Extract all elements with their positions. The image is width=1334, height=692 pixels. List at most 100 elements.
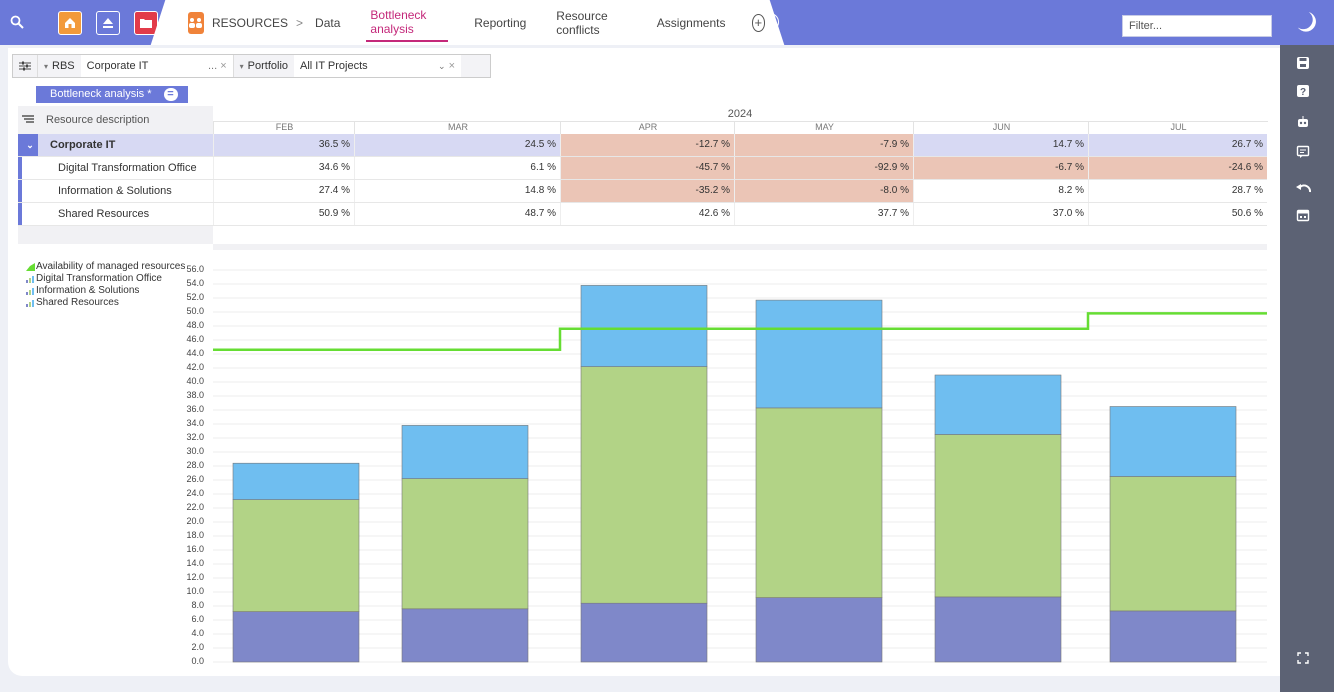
grid-description-header: Resource description <box>18 106 213 135</box>
table-cell[interactable]: 26.7 % <box>1088 134 1267 156</box>
y-tick-label: 44.0 <box>186 348 204 358</box>
upload-icon[interactable] <box>96 11 120 35</box>
y-tick-label: 8.0 <box>191 600 204 610</box>
bar-segment[interactable] <box>401 478 529 610</box>
bar-segment[interactable] <box>755 407 883 598</box>
table-cell[interactable]: -8.0 % <box>734 180 913 202</box>
y-tick-label: 0.0 <box>191 656 204 666</box>
table-cell[interactable]: 28.7 % <box>1088 180 1267 202</box>
legend-item-information[interactable]: Information & Solutions <box>26 285 185 297</box>
table-cell[interactable]: -92.9 % <box>734 157 913 179</box>
breadcrumb-root[interactable]: RESOURCES <box>212 16 288 30</box>
bar-series-icon <box>26 288 34 295</box>
table-row[interactable]: Shared Resources 50.9 % 48.7 % 42.6 % 37.7 %… <box>18 203 1267 226</box>
bar-segment[interactable] <box>580 285 708 367</box>
table-cell[interactable]: -12.7 % <box>560 134 734 156</box>
table-cell[interactable]: -7.9 % <box>734 134 913 156</box>
search-icon[interactable] <box>6 11 28 33</box>
bar-segment[interactable] <box>1109 476 1237 612</box>
table-cell[interactable]: 27.4 % <box>213 180 354 202</box>
bar-segment[interactable] <box>232 462 360 500</box>
table-row[interactable]: Information & Solutions 27.4 % 14.8 % -35.2… <box>18 180 1267 203</box>
row-description: Information & Solutions <box>18 180 213 202</box>
y-tick-label: 22.0 <box>186 502 204 512</box>
filter-input[interactable]: Filter... <box>1122 15 1272 37</box>
table-cell[interactable]: 37.7 % <box>734 203 913 225</box>
calendar-icon[interactable] <box>1293 205 1313 225</box>
bar-segment[interactable] <box>934 434 1062 598</box>
table-row[interactable]: ⌄ Corporate IT 36.5 % 24.5 % -12.7 % -7.9 % 14… <box>18 134 1267 157</box>
bar-segment[interactable] <box>580 366 708 604</box>
bar-segment[interactable] <box>934 374 1062 435</box>
rbs-field[interactable]: Corporate IT ... × <box>80 55 233 77</box>
bar-segment[interactable] <box>232 611 360 663</box>
month-header: APR <box>560 121 735 134</box>
chevron-down-icon[interactable]: ⌄ <box>438 61 446 71</box>
help-icon[interactable]: ? <box>1293 81 1313 101</box>
table-cell[interactable]: 48.7 % <box>354 203 560 225</box>
view-options-icon[interactable]: = <box>163 88 178 101</box>
add-tab-icon[interactable]: + <box>751 13 765 32</box>
table-cell[interactable]: 34.6 % <box>213 157 354 179</box>
rbs-clear-icon[interactable]: × <box>220 60 226 72</box>
table-cell[interactable]: 42.6 % <box>560 203 734 225</box>
table-cell[interactable]: 36.5 % <box>213 134 354 156</box>
settings-sliders-icon[interactable] <box>13 55 38 77</box>
undo-icon[interactable] <box>1293 180 1313 200</box>
legend-item-shared[interactable]: Shared Resources <box>26 297 185 309</box>
availability-line[interactable] <box>213 312 1267 352</box>
table-cell[interactable]: 6.1 % <box>354 157 560 179</box>
table-cell[interactable]: 50.9 % <box>213 203 354 225</box>
portfolio-select[interactable]: All IT Projects ⌄ × <box>294 55 462 77</box>
resources-icon <box>188 11 204 34</box>
fullscreen-icon[interactable] <box>1293 648 1313 668</box>
bar-segment[interactable] <box>1109 610 1237 663</box>
tab-assignments[interactable]: Assignments <box>653 12 730 34</box>
rbs-browse-button[interactable]: ... <box>208 60 217 72</box>
chevron-down-icon: ▾ <box>44 61 49 71</box>
bar-segment[interactable] <box>755 299 883 409</box>
legend-item-availability[interactable]: Availability of managed resources <box>26 261 185 273</box>
table-row[interactable]: Digital Transformation Office 34.6 % 6.1 %… <box>18 157 1267 180</box>
table-cell[interactable]: 8.2 % <box>913 180 1088 202</box>
chat-icon[interactable] <box>1293 142 1313 162</box>
breadcrumb-separator: > <box>296 15 304 30</box>
saved-view-tab[interactable]: Bottleneck analysis * = <box>36 86 188 103</box>
tab-bottleneck-analysis[interactable]: Bottleneck analysis <box>366 4 449 42</box>
bar-segment[interactable] <box>1109 406 1237 477</box>
table-cell[interactable]: -6.7 % <box>913 157 1088 179</box>
grid-month-header: 2024 FEB MAR APR MAY JUN JUL <box>213 106 1268 134</box>
bar-segment[interactable] <box>232 499 360 612</box>
table-cell[interactable]: 37.0 % <box>913 203 1088 225</box>
tab-resource-conflicts[interactable]: Resource conflicts <box>552 5 631 41</box>
table-cell[interactable]: 50.6 % <box>1088 203 1267 225</box>
y-tick-label: 38.0 <box>186 390 204 400</box>
month-header: JUN <box>913 121 1089 134</box>
table-cell[interactable]: 24.5 % <box>354 134 560 156</box>
y-tick-label: 6.0 <box>191 614 204 624</box>
robot-icon[interactable] <box>1293 112 1313 132</box>
table-cell[interactable]: -35.2 % <box>560 180 734 202</box>
home-icon[interactable] <box>58 11 82 35</box>
bar-segment[interactable] <box>401 425 529 479</box>
table-cell[interactable]: 14.7 % <box>913 134 1088 156</box>
bar-segment[interactable] <box>934 596 1062 663</box>
expand-chevron-icon[interactable]: ⌄ <box>22 134 38 156</box>
tab-data[interactable]: Data <box>311 12 344 34</box>
rbs-dropdown[interactable]: ▾ RBS <box>38 55 81 77</box>
month-header: JUL <box>1088 121 1268 134</box>
bar-segment[interactable] <box>755 597 883 663</box>
portfolio-clear-icon[interactable]: × <box>449 60 455 72</box>
tab-reporting[interactable]: Reporting <box>470 12 530 34</box>
table-cell[interactable]: 14.8 % <box>354 180 560 202</box>
table-cell[interactable]: -24.6 % <box>1088 157 1267 179</box>
bar-segment[interactable] <box>580 602 708 663</box>
bar-segment[interactable] <box>401 608 529 663</box>
save-icon[interactable] <box>1293 53 1313 73</box>
legend-item-digital[interactable]: Digital Transformation Office <box>26 273 185 285</box>
portfolio-dropdown[interactable]: ▾ Portfolio <box>232 55 294 77</box>
collapse-all-icon[interactable] <box>22 114 34 127</box>
table-cell[interactable]: -45.7 % <box>560 157 734 179</box>
legend-label: Digital Transformation Office <box>36 273 162 284</box>
y-tick-label: 18.0 <box>186 530 204 540</box>
